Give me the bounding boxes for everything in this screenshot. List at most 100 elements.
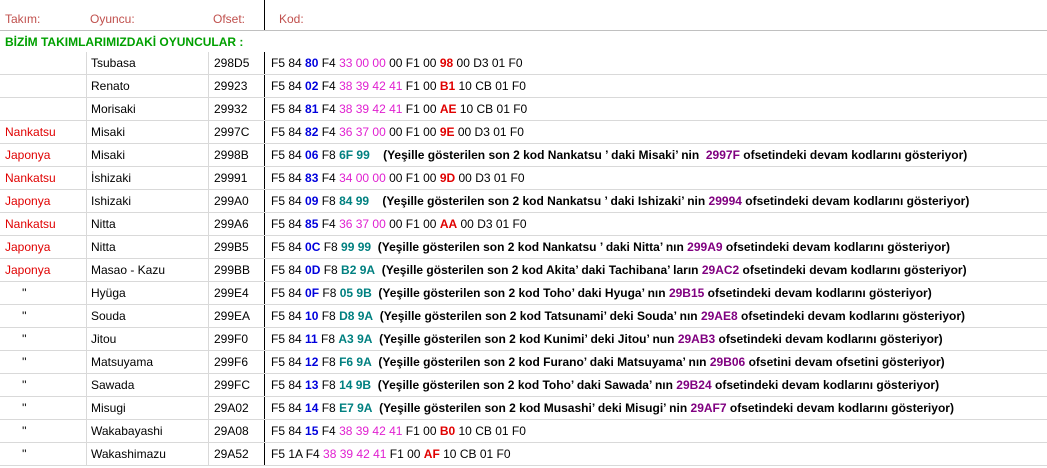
code-segment: F8 xyxy=(320,240,342,254)
cell-offset[interactable]: 299FC xyxy=(208,374,264,396)
cell-offset[interactable]: 29A52 xyxy=(208,443,264,465)
cell-player[interactable]: Tsubasa xyxy=(86,52,208,74)
cell-player[interactable]: Misaki xyxy=(86,121,208,143)
code-segment: F5 84 xyxy=(271,240,306,254)
cell-team[interactable]: Nankatsu xyxy=(0,167,86,189)
code-segment: F8 xyxy=(318,148,340,162)
code-segment: 38 39 42 41 xyxy=(323,447,387,461)
cell-offset[interactable]: 2997C xyxy=(208,121,264,143)
cell-code[interactable]: F5 84 81 F4 38 39 42 41 F1 00 AE 10 CB 0… xyxy=(264,98,1047,120)
cell-code[interactable]: F5 84 06 F8 6F 99 (Yeşille gösterilen so… xyxy=(264,144,1047,166)
header-team[interactable]: Takım: xyxy=(0,0,86,30)
code-segment: 00 F1 00 xyxy=(385,125,440,139)
cell-player[interactable]: İshizaki xyxy=(86,167,208,189)
cell-code[interactable]: F5 84 13 F8 14 9B (Yeşille gösterilen so… xyxy=(264,374,1047,396)
cell-team[interactable]: Japonya xyxy=(0,236,86,258)
code-segment: 00 D3 01 F0 xyxy=(453,56,523,70)
cell-offset[interactable]: 298D5 xyxy=(208,52,264,74)
table-row: '' Sawada 299FC F5 84 13 F8 14 9B (Yeşille … xyxy=(0,374,1047,397)
code-segment: ofsetindeki devam kodlarını gösteriyor) xyxy=(704,286,932,300)
header-player[interactable]: Oyuncu: xyxy=(86,0,208,30)
cell-offset[interactable]: 299F6 xyxy=(208,351,264,373)
cell-player[interactable]: Jitou xyxy=(86,328,208,350)
cell-code[interactable]: F5 84 12 F8 F6 9A (Yeşille gösterilen so… xyxy=(264,351,1047,373)
cell-player[interactable]: Misaki xyxy=(86,144,208,166)
cell-team[interactable]: '' xyxy=(0,397,86,419)
cell-code[interactable]: F5 84 09 F8 84 99 (Yeşille gösterilen so… xyxy=(264,190,1047,212)
cell-code[interactable]: F5 84 0D F8 B2 9A (Yeşille gösterilen so… xyxy=(264,259,1047,281)
cell-player[interactable]: Sawada xyxy=(86,374,208,396)
cell-code[interactable]: F5 84 85 F4 36 37 00 00 F1 00 AA 00 D3 0… xyxy=(264,213,1047,235)
cell-team[interactable]: Japonya xyxy=(0,144,86,166)
cell-offset[interactable]: 299EA xyxy=(208,305,264,327)
cell-offset[interactable]: 299E4 xyxy=(208,282,264,304)
code-segment: 2997F xyxy=(705,148,740,162)
code-segment: (Yeşille gösterilen son 2 kod Nankatsu ’… xyxy=(369,194,709,208)
cell-team[interactable] xyxy=(0,52,86,74)
code-segment: (Yeşille gösterilen son 2 kod Akita’ dak… xyxy=(375,263,702,277)
cell-offset[interactable]: 29A02 xyxy=(208,397,264,419)
code-segment: 0C xyxy=(305,240,321,254)
code-segment: 15 xyxy=(305,424,319,438)
cell-player[interactable]: Morisaki xyxy=(86,98,208,120)
code-segment: 00 F1 00 xyxy=(385,217,440,231)
cell-offset[interactable]: 299BB xyxy=(208,259,264,281)
cell-player[interactable]: Masao - Kazu xyxy=(86,259,208,281)
cell-code[interactable]: F5 84 83 F4 34 00 00 00 F1 00 9D 00 D3 0… xyxy=(264,167,1047,189)
cell-team[interactable]: '' xyxy=(0,328,86,350)
cell-code[interactable]: F5 84 02 F4 38 39 42 41 F1 00 B1 10 CB 0… xyxy=(264,75,1047,97)
cell-offset[interactable]: 299F0 xyxy=(208,328,264,350)
code-segment: F5 84 xyxy=(271,56,306,70)
cell-code[interactable]: F5 84 11 F8 A3 9A (Yeşille gösterilen so… xyxy=(264,328,1047,350)
code-segment: D8 9A xyxy=(339,309,374,323)
cell-offset[interactable]: 299A0 xyxy=(208,190,264,212)
cell-team[interactable]: '' xyxy=(0,351,86,373)
cell-code[interactable]: F5 84 82 F4 36 37 00 00 F1 00 9E 00 D3 0… xyxy=(264,121,1047,143)
cell-code[interactable]: F5 1A F4 38 39 42 41 F1 00 AF 10 CB 01 F… xyxy=(264,443,1047,465)
cell-team[interactable]: '' xyxy=(0,282,86,304)
cell-offset[interactable]: 2998B xyxy=(208,144,264,166)
cell-team[interactable]: '' xyxy=(0,443,86,465)
cell-player[interactable]: Ishizaki xyxy=(86,190,208,212)
cell-code[interactable]: F5 84 15 F4 38 39 42 41 F1 00 B0 10 CB 0… xyxy=(264,420,1047,442)
cell-team[interactable] xyxy=(0,98,86,120)
cell-offset[interactable]: 29A08 xyxy=(208,420,264,442)
header-offset[interactable]: Ofset: xyxy=(208,0,264,30)
cell-player[interactable]: Nitta xyxy=(86,213,208,235)
cell-offset[interactable]: 29932 xyxy=(208,98,264,120)
cell-offset[interactable]: 29991 xyxy=(208,167,264,189)
cell-team[interactable] xyxy=(0,75,86,97)
cell-player[interactable]: Matsuyama xyxy=(86,351,208,373)
header-code[interactable]: Kod: xyxy=(264,0,1047,30)
cell-player[interactable]: Nitta xyxy=(86,236,208,258)
cell-code[interactable]: F5 84 0C F8 99 99 (Yeşille gösterilen so… xyxy=(264,236,1047,258)
cell-player[interactable]: Wakashimazu xyxy=(86,443,208,465)
cell-team[interactable]: Japonya xyxy=(0,190,86,212)
code-segment: F8 xyxy=(317,332,339,346)
code-segment: F5 84 xyxy=(271,401,306,415)
cell-team[interactable]: '' xyxy=(0,305,86,327)
cell-team[interactable]: Japonya xyxy=(0,259,86,281)
code-segment: F5 84 xyxy=(271,194,306,208)
cell-code[interactable]: F5 84 80 F4 33 00 00 00 F1 00 98 00 D3 0… xyxy=(264,52,1047,74)
cell-team[interactable]: '' xyxy=(0,374,86,396)
cell-player[interactable]: Renato xyxy=(86,75,208,97)
code-segment: 12 xyxy=(305,355,319,369)
code-segment: ofsetindeki devam kodlarını gösteriyor) xyxy=(739,148,968,162)
cell-offset[interactable]: 29923 xyxy=(208,75,264,97)
code-segment: 83 xyxy=(305,171,319,185)
cell-team[interactable]: Nankatsu xyxy=(0,213,86,235)
section-title[interactable]: BİZİM TAKIMLARIMIZDAKİ OYUNCULAR : xyxy=(5,31,243,52)
cell-player[interactable]: Misugi xyxy=(86,397,208,419)
cell-team[interactable]: Nankatsu xyxy=(0,121,86,143)
cell-player[interactable]: Hyüga xyxy=(86,282,208,304)
cell-offset[interactable]: 299B5 xyxy=(208,236,264,258)
cell-offset[interactable]: 299A6 xyxy=(208,213,264,235)
cell-code[interactable]: F5 84 14 F8 E7 9A (Yeşille gösterilen so… xyxy=(264,397,1047,419)
cell-team[interactable]: '' xyxy=(0,420,86,442)
cell-code[interactable]: F5 84 0F F8 05 9B (Yeşille gösterilen so… xyxy=(264,282,1047,304)
cell-player[interactable]: Wakabayashi xyxy=(86,420,208,442)
cell-player[interactable]: Souda xyxy=(86,305,208,327)
code-segment: F1 00 xyxy=(402,424,440,438)
cell-code[interactable]: F5 84 10 F8 D8 9A (Yeşille gösterilen so… xyxy=(264,305,1047,327)
